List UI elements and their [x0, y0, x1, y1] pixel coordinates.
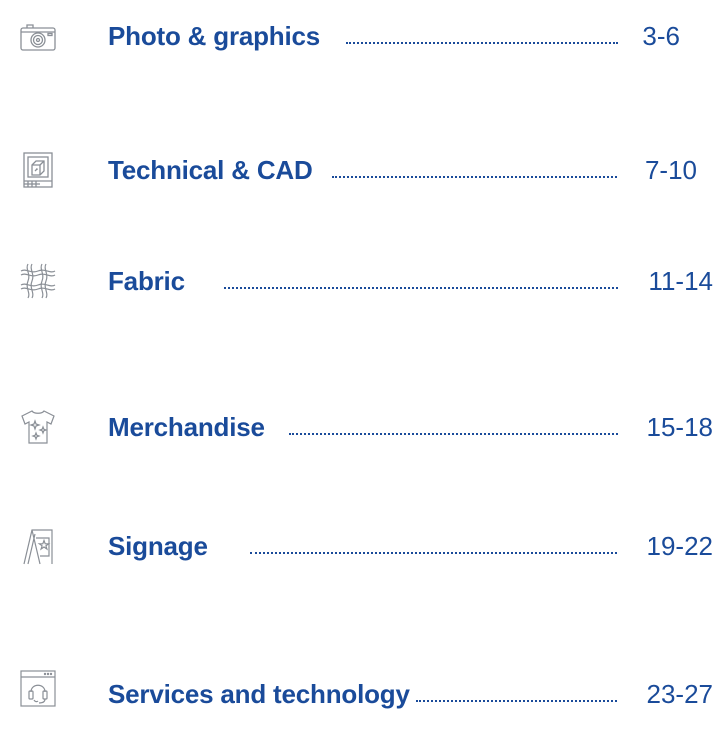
camera-icon [18, 16, 58, 56]
toc-entry-signage[interactable]: Signage 19-22 [0, 522, 721, 570]
toc-entry-pages: 3-6 [642, 21, 680, 51]
cad-drawing-icon [18, 150, 58, 190]
sandwich-board-sign-icon [18, 526, 58, 566]
toc-entry-photo-graphics[interactable]: Photo & graphics 3-6 [0, 12, 721, 60]
toc-entry-title: Technical & CAD [108, 155, 313, 185]
toc-entry-pages: 7-10 [644, 155, 697, 185]
headset-support-icon [18, 668, 58, 708]
toc-entry-pages: 23-27 [646, 679, 714, 709]
table-of-contents: Photo & graphics 3-6 Technical & CAD 7-1… [0, 0, 721, 739]
dot-leader [250, 552, 617, 554]
dot-leader [224, 287, 618, 289]
toc-entry-technical-cad[interactable]: Technical & CAD 7-10 [0, 146, 721, 194]
dot-leader [416, 700, 617, 702]
toc-entry-title: Merchandise [108, 412, 265, 442]
tshirt-icon [18, 407, 58, 447]
toc-entry-pages: 15-18 [646, 412, 714, 442]
toc-entry-title: Photo & graphics [108, 21, 321, 51]
toc-entry-title: Fabric [108, 266, 185, 296]
toc-entry-pages: 11-14 [648, 266, 713, 296]
fabric-weave-icon [18, 261, 58, 301]
toc-entry-fabric[interactable]: Fabric 11-14 [0, 257, 721, 305]
dot-leader [346, 42, 618, 44]
toc-entry-pages: 19-22 [646, 531, 714, 561]
toc-entry-merchandise[interactable]: Merchandise 15-18 [0, 403, 721, 451]
toc-entry-title: Services and technology [108, 679, 410, 709]
toc-entry-services-technology[interactable]: Services and technology 23-27 [0, 670, 721, 718]
dot-leader [289, 433, 618, 435]
toc-entry-title: Signage [108, 531, 208, 561]
dot-leader [332, 176, 617, 178]
